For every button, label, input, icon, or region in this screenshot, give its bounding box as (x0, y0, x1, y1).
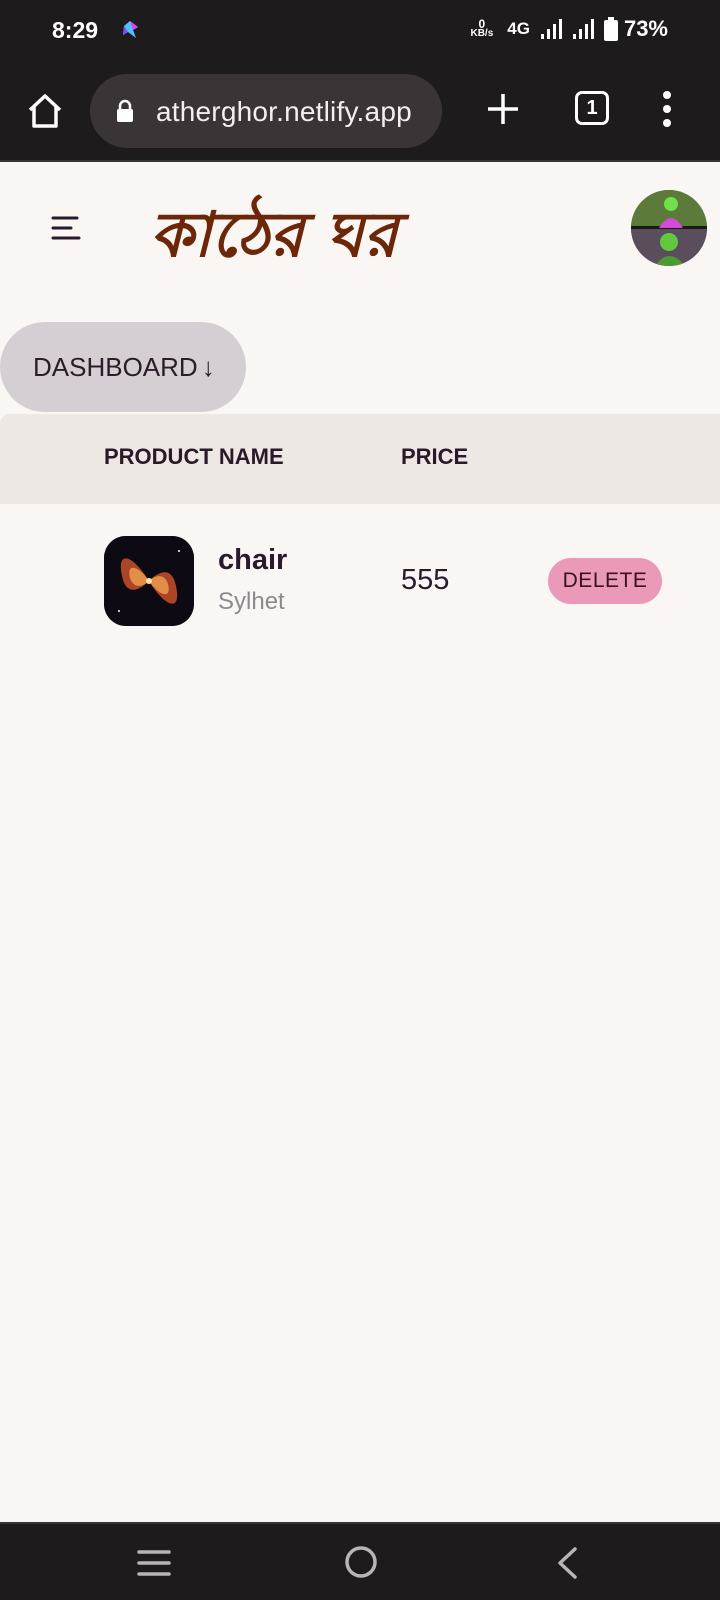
delete-button[interactable]: DELETE (548, 558, 662, 604)
tab-counter-button[interactable]: 1 (575, 91, 609, 125)
home-icon[interactable] (26, 92, 64, 130)
avatar[interactable] (631, 190, 707, 266)
lock-icon (117, 99, 133, 122)
column-header-price: PRICE (401, 444, 469, 469)
signal-icon (540, 19, 562, 39)
plus-icon[interactable] (486, 92, 520, 126)
address-bar[interactable]: atherghor.netlify.app (90, 74, 442, 148)
status-bar: 8:29 0 KB/s 4G 73% (0, 0, 720, 62)
avatar-image (631, 190, 707, 266)
system-nav-bar (0, 1522, 720, 1600)
signal-icon-2 (572, 19, 594, 39)
app-notification-icon (123, 21, 138, 38)
browser-toolbar: atherghor.netlify.app 1 (0, 62, 720, 162)
product-price: 555 (401, 564, 450, 596)
url-text[interactable]: atherghor.netlify.app (156, 96, 412, 128)
more-vert-icon[interactable] (660, 90, 674, 128)
battery-icon (603, 17, 618, 41)
battery-percent: 73% (623, 16, 668, 41)
recent-apps-icon[interactable] (137, 1548, 171, 1578)
product-location: Sylhet (218, 588, 285, 615)
site-title: কাঠের ঘর (150, 198, 398, 271)
network-type: 4G (507, 19, 530, 38)
table-header: PRODUCT NAME PRICE (0, 414, 720, 504)
back-icon[interactable] (555, 1546, 579, 1580)
nav-home-icon[interactable] (344, 1545, 378, 1579)
table-row: chair Sylhet 555 DELETE (0, 504, 720, 656)
arrow-down-icon: ↓ (201, 351, 215, 382)
status-time: 8:29 (52, 17, 99, 43)
nebula-image (104, 536, 194, 626)
menu-icon[interactable] (50, 214, 82, 242)
net-speed-unit: KB/s (470, 28, 494, 39)
column-header-product-name: PRODUCT NAME (104, 444, 284, 469)
dashboard-button[interactable]: DASHBOARD ↓ (0, 322, 246, 412)
product-name: chair (218, 544, 288, 576)
dashboard-label: DASHBOARD (33, 351, 198, 382)
status-indicators: 0 KB/s 4G 73% (470, 16, 668, 42)
net-speed: 0 KB/s (470, 18, 494, 39)
product-thumbnail (104, 536, 194, 626)
